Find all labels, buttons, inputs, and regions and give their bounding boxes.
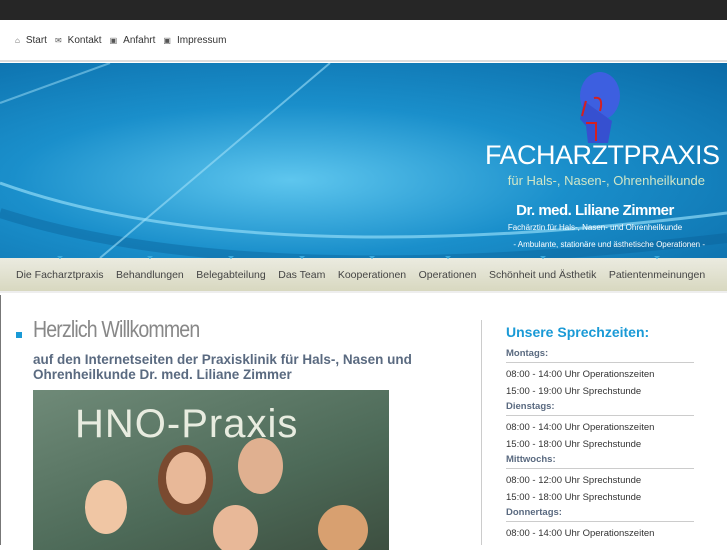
day-label: Mittwochs: [506, 453, 694, 469]
top-links: ⌂ Start ✉ Kontakt ▣ Anfahrt ▣ Impressum [0, 20, 727, 62]
link-label: Kontakt [67, 34, 102, 46]
info-icon: ▣ [163, 35, 171, 45]
heading-bullet-icon [16, 332, 22, 338]
person [85, 480, 127, 534]
office-hours-title: Unsere Sprechzeiten: [506, 324, 650, 340]
person [213, 505, 258, 550]
time-slot: 15:00 - 18:00 Uhr Sprechstunde [506, 492, 642, 503]
time-slot: 08:00 - 14:00 Uhr Operationszeiten [506, 528, 655, 539]
page-title: Herzlich Willkommen [33, 316, 200, 342]
day-label: Dienstags: [506, 400, 694, 416]
mail-icon: ✉ [54, 35, 62, 45]
top-bar [0, 0, 727, 20]
head-logo-icon [580, 72, 620, 143]
link-start[interactable]: ⌂ Start [15, 35, 47, 46]
nav-patientenmeinungen[interactable]: Patientenmeinungen [609, 269, 705, 281]
map-icon: ▣ [109, 35, 118, 45]
brand-block: FACHARZTPRAXIS für Hals-, Nasen-, Ohrenh… [485, 140, 720, 249]
person [166, 452, 206, 504]
time-slot: 08:00 - 14:00 Uhr Operationszeiten [506, 369, 655, 380]
link-kontakt[interactable]: ✉ Kontakt [55, 35, 102, 46]
brand-subtitle: für Hals-, Nasen-, Ohrenheilkunde [507, 173, 705, 188]
home-icon: ⌂ [15, 35, 20, 45]
intro-text: auf den Internetseiten der Praxisklinik … [33, 352, 412, 382]
nav-das-team[interactable]: Das Team [278, 269, 325, 281]
link-label: Start [25, 34, 47, 46]
time-slot: 08:00 - 14:00 Uhr Operationszeiten [506, 422, 655, 433]
column-divider [481, 320, 482, 545]
nav-belegabteilung[interactable]: Belegabteilung [196, 269, 265, 281]
brand-title: FACHARZTPRAXIS [485, 140, 720, 170]
doctor-name: Dr. med. Liliane Zimmer [516, 202, 674, 219]
header-banner: FACHARZTPRAXIS für Hals-, Nasen-, Ohrenh… [0, 63, 727, 258]
link-impressum[interactable]: ▣ Impressum [163, 35, 226, 46]
nav-operationen[interactable]: Operationen [419, 269, 477, 281]
time-slot: 15:00 - 18:00 Uhr Sprechstunde [506, 439, 642, 450]
main-nav: Die Facharztpraxis Behandlungen Belegabt… [0, 258, 727, 293]
nav-behandlungen[interactable]: Behandlungen [116, 269, 184, 281]
nav-die-facharztpraxis[interactable]: Die Facharztpraxis [16, 269, 104, 281]
person [318, 505, 368, 550]
nav-kooperationen[interactable]: Kooperationen [338, 269, 406, 281]
time-slot: 15:00 - 19:00 Uhr Sprechstunde [506, 386, 642, 397]
link-label: Anfahrt [123, 34, 156, 46]
link-anfahrt[interactable]: ▣ Anfahrt [110, 35, 156, 46]
doctor-specialty: Fachärztin für Hals-, Nasen- und Ohrenhe… [507, 223, 683, 232]
nav-schoenheit-aesthetik[interactable]: Schönheit und Ästhetik [489, 269, 596, 281]
day-label: Montags: [506, 347, 694, 363]
time-slot: 08:00 - 12:00 Uhr Sprechstunde [506, 475, 642, 486]
office-hours: Unsere Sprechzeiten: Montags: 08:00 - 14… [506, 324, 694, 542]
content-border [0, 295, 1, 545]
operations-tagline: - Ambulante, stationäre und ästhetische … [513, 240, 705, 249]
link-label: Impressum [176, 34, 227, 46]
day-label: Donnertags: [506, 506, 694, 522]
team-photo: HNO-Praxis [33, 390, 389, 550]
person [238, 438, 283, 494]
